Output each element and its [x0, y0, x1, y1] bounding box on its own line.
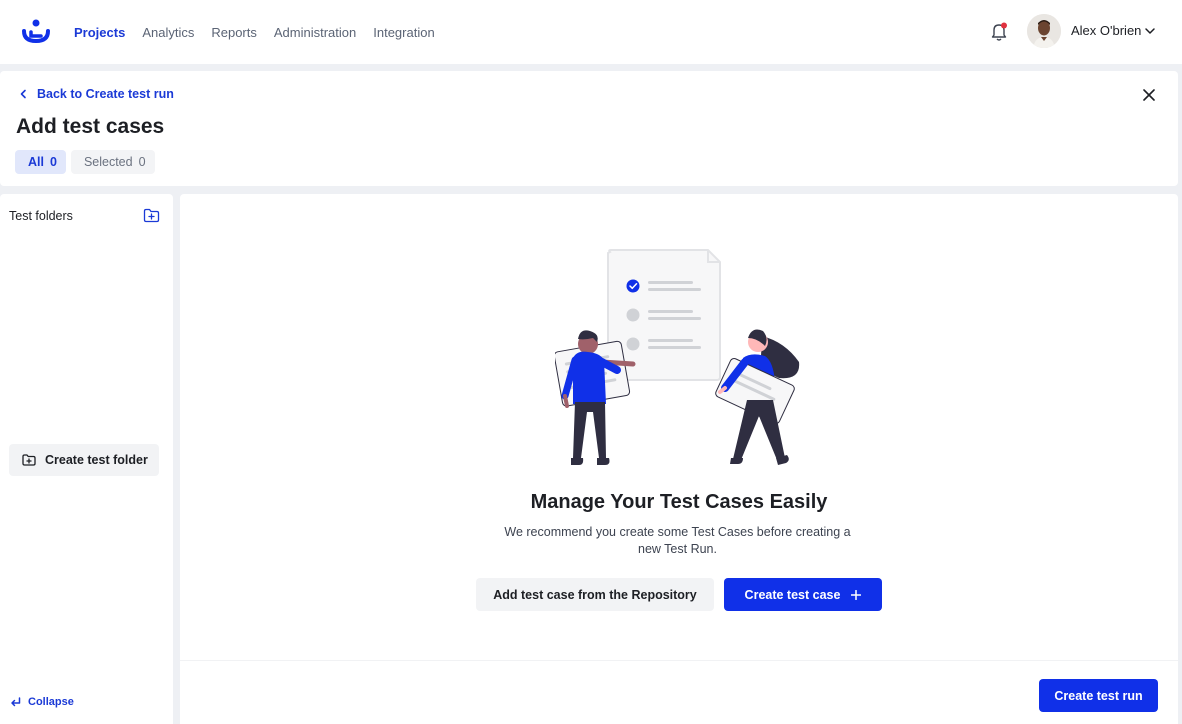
add-from-repository-button[interactable]: Add test case from the Repository — [476, 578, 714, 611]
folder-plus-icon — [22, 454, 36, 466]
create-test-folder-button[interactable]: Create test folder — [9, 444, 159, 476]
empty-state-description: We recommend you create some Test Cases … — [504, 525, 851, 556]
create-test-case-button[interactable]: Create test case — [724, 578, 882, 611]
close-icon[interactable] — [1141, 87, 1157, 103]
test-folders-sidebar: Test folders Create test folder Collapse — [0, 194, 173, 724]
create-test-run-button[interactable]: Create test run — [1039, 679, 1158, 712]
add-from-repository-label: Add test case from the Repository — [493, 587, 697, 602]
plus-icon — [851, 589, 862, 600]
sidebar-title: Test folders — [9, 209, 73, 223]
chevron-left-icon — [20, 89, 26, 99]
collapse-label: Collapse — [28, 696, 74, 708]
create-test-run-label: Create test run — [1054, 688, 1143, 703]
folder-plus-icon[interactable] — [143, 208, 160, 223]
collapse-arrow-icon — [11, 697, 21, 707]
nav-item-analytics[interactable]: Analytics — [142, 25, 194, 40]
create-test-case-label: Create test case — [744, 587, 841, 602]
bell-icon[interactable] — [988, 20, 1010, 42]
tab-selected[interactable]: Selected 0 — [70, 150, 155, 174]
user-name[interactable]: Alex O'brien — [1071, 23, 1141, 38]
tab-selected-count: 0 — [138, 155, 146, 169]
tab-all-count: 0 — [49, 155, 57, 169]
back-link[interactable]: Back to Create test run — [19, 87, 174, 101]
nav-item-integration[interactable]: Integration — [373, 25, 434, 40]
notification-dot — [1001, 22, 1007, 29]
tabs: All 0 Selected 0 — [15, 150, 155, 174]
page-title: Add test cases — [16, 115, 165, 138]
top-bar: Projects Analytics Reports Administratio… — [0, 0, 1182, 64]
main-nav: Projects Analytics Reports Administratio… — [74, 0, 435, 64]
header-card: Back to Create test run Add test cases A… — [0, 71, 1178, 186]
app-logo-icon[interactable] — [22, 19, 50, 43]
avatar[interactable] — [1027, 14, 1061, 48]
chevron-down-icon[interactable] — [1143, 24, 1157, 38]
empty-state-title: Manage Your Test Cases Easily — [530, 491, 828, 513]
nav-item-administration[interactable]: Administration — [274, 25, 356, 40]
nav-item-reports[interactable]: Reports — [211, 25, 257, 40]
tab-selected-label: Selected — [83, 155, 133, 169]
tab-all[interactable]: All 0 — [15, 150, 66, 174]
empty-state-illustration — [555, 249, 800, 465]
create-test-folder-label: Create test folder — [45, 453, 148, 467]
main-content: Manage Your Test Cases Easily We recomme… — [180, 194, 1178, 724]
collapse-button[interactable]: Collapse — [10, 696, 74, 708]
back-link-label: Back to Create test run — [37, 87, 174, 101]
tab-all-label: All — [28, 155, 44, 169]
footer-divider — [180, 660, 1178, 661]
nav-item-projects[interactable]: Projects — [74, 25, 125, 40]
